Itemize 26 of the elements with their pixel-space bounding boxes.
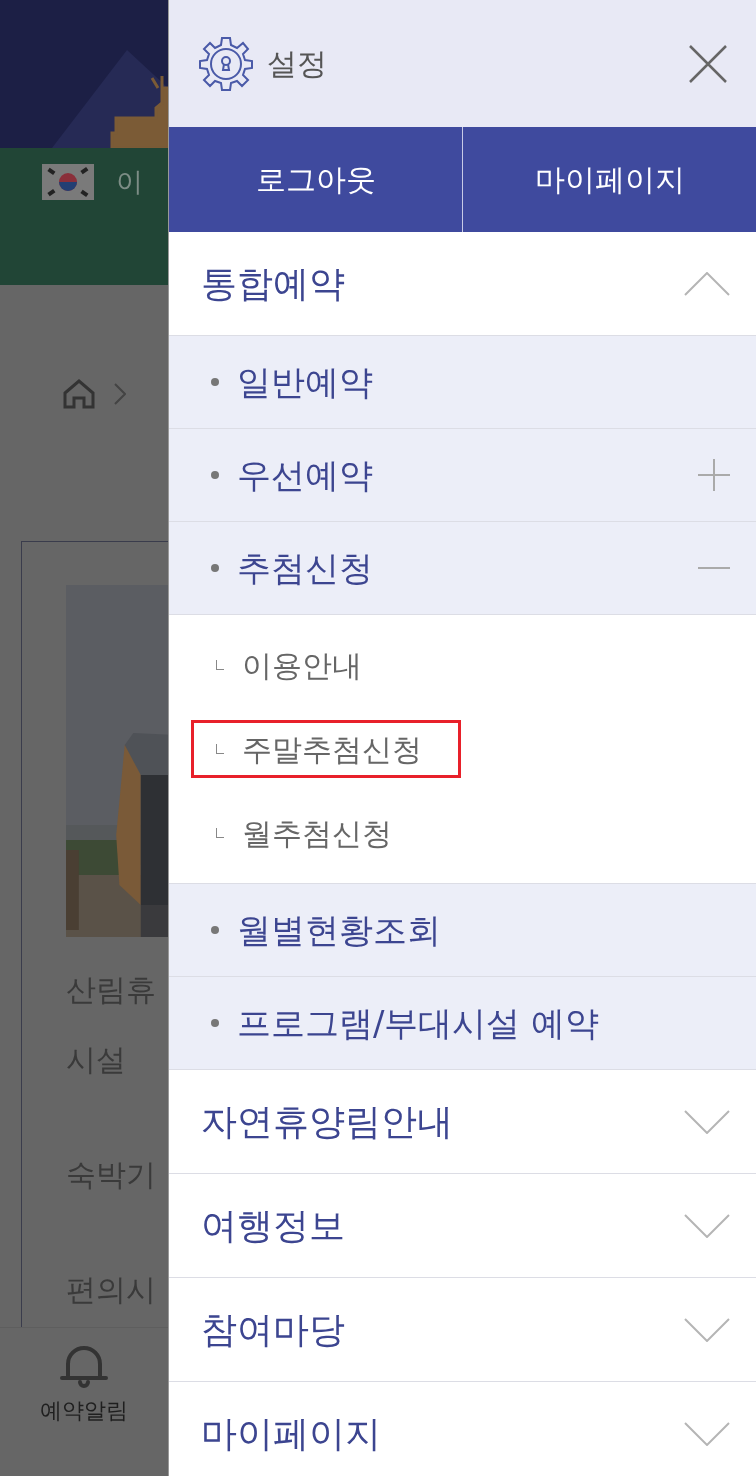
submenu-link[interactable]: 이용안내 <box>191 636 401 694</box>
submenu-item[interactable]: 우선예약 <box>169 429 756 522</box>
bell-icon <box>60 1344 108 1390</box>
bullet-icon <box>211 926 219 934</box>
submenu-link[interactable]: 월추첨신청 <box>191 804 431 862</box>
indent-icon <box>216 744 224 754</box>
submenu-item[interactable]: 프로그램/부대시설 예약 <box>169 977 756 1070</box>
bullet-icon <box>211 564 219 572</box>
bullet-icon <box>211 378 219 386</box>
flag-icon <box>42 164 94 200</box>
submenu-item[interactable]: 월별현황조회 <box>169 884 756 977</box>
indent-icon <box>216 660 224 670</box>
bullet-icon <box>211 471 219 479</box>
submenu-link[interactable]: 주말추첨신청 <box>191 720 461 778</box>
bullet-icon <box>211 1019 219 1027</box>
submenu-item[interactable]: 추첨신청 <box>169 522 756 615</box>
chevron-right-icon <box>114 383 126 405</box>
indent-icon <box>216 828 224 838</box>
settings-icon[interactable] <box>197 34 255 93</box>
mypage-button[interactable]: 마이페이지 <box>462 127 756 232</box>
banner-text: 이 <box>116 165 143 199</box>
submenu-item[interactable]: 일반예약 <box>169 336 756 429</box>
close-icon <box>688 43 728 84</box>
drawer-title: 설정 <box>267 45 327 83</box>
logout-button[interactable]: 로그아웃 <box>169 127 462 232</box>
close-button[interactable] <box>688 43 728 84</box>
